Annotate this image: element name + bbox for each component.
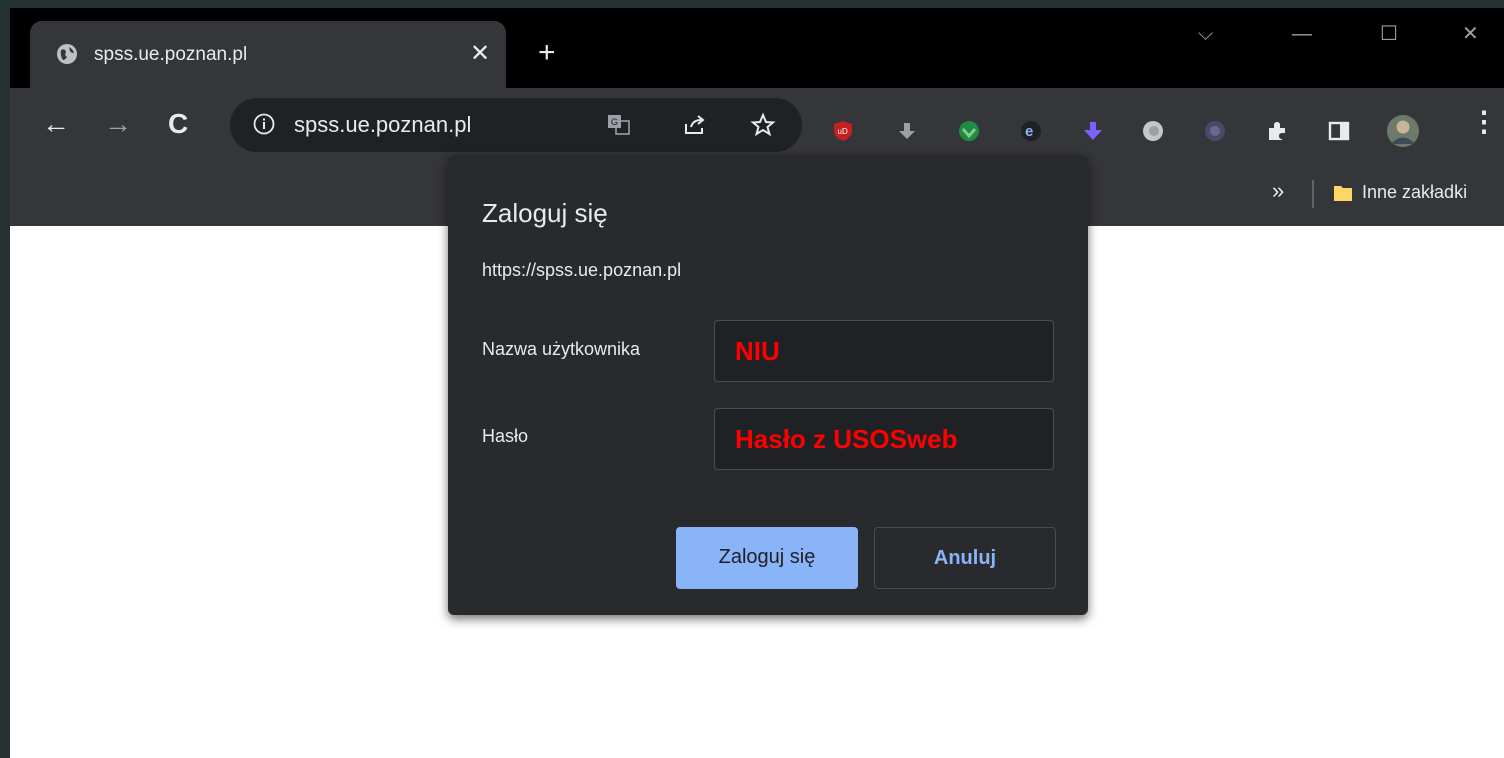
minimize-button[interactable]: —: [1292, 22, 1312, 46]
edit-extension-icon[interactable]: e: [1020, 120, 1042, 142]
globe-icon: [57, 44, 77, 64]
side-panel-icon[interactable]: [1328, 120, 1350, 142]
other-bookmarks-label[interactable]: Inne zakładki: [1362, 180, 1467, 204]
username-annotation: NIU: [735, 336, 780, 366]
tab-close-icon[interactable]: ✕: [470, 41, 490, 67]
url-text[interactable]: spss.ue.poznan.pl: [294, 112, 471, 138]
folder-icon: [1334, 186, 1352, 201]
password-label: Hasło: [482, 426, 529, 446]
reload-button[interactable]: C: [168, 108, 188, 140]
svg-text:e: e: [1025, 123, 1033, 140]
new-tab-button[interactable]: +: [538, 38, 556, 68]
avatar[interactable]: [1386, 114, 1420, 148]
info-icon[interactable]: [252, 112, 276, 136]
address-bar[interactable]: spss.ue.poznan.pl G: [230, 98, 802, 152]
title-bar: spss.ue.poznan.pl ✕ + ⌵ — ☐ ✕: [10, 8, 1504, 88]
forward-button[interactable]: →: [104, 108, 132, 140]
purple-download-icon[interactable]: [1082, 120, 1104, 142]
grey-circle-extension-icon[interactable]: [1142, 120, 1164, 142]
shield-extension-icon[interactable]: [958, 120, 980, 142]
kebab-menu-icon[interactable]: ⋮: [1470, 106, 1498, 138]
translate-icon[interactable]: G: [606, 112, 632, 138]
download-arrow-icon[interactable]: [896, 120, 918, 142]
share-icon[interactable]: [682, 112, 708, 138]
username-label: Nazwa użytkownika: [482, 339, 641, 359]
tab-title: spss.ue.poznan.pl: [94, 44, 248, 65]
close-window-button[interactable]: ✕: [1462, 22, 1479, 46]
cancel-button[interactable]: Anuluj: [874, 527, 1056, 589]
bookmarks-divider: [1312, 180, 1314, 208]
password-annotation: Hasło z USOSweb: [735, 424, 958, 454]
browser-window: spss.ue.poznan.pl ✕ + ⌵ — ☐ ✕ ← → C spss…: [10, 8, 1504, 758]
sign-in-button[interactable]: Zaloguj się: [676, 527, 858, 589]
sign-in-dialog: Zaloguj się https://spss.ue.poznan.pl Na…: [448, 155, 1088, 615]
ublock-icon[interactable]: uD: [832, 120, 854, 142]
puzzle-dark-extension-icon[interactable]: [1204, 120, 1226, 142]
bookmarks-overflow-icon[interactable]: »: [1272, 178, 1284, 204]
tab-search-icon[interactable]: ⌵: [1198, 22, 1213, 46]
extensions-puzzle-icon[interactable]: [1266, 120, 1288, 142]
username-field[interactable]: NIU: [714, 320, 1054, 382]
password-field[interactable]: Hasło z USOSweb: [714, 408, 1054, 470]
svg-text:uD: uD: [838, 127, 848, 136]
maximize-button[interactable]: ☐: [1380, 22, 1398, 46]
browser-tab[interactable]: spss.ue.poznan.pl ✕: [30, 21, 506, 88]
back-button[interactable]: ←: [42, 108, 70, 140]
bookmark-star-icon[interactable]: [750, 112, 776, 138]
toolbar: ← → C spss.ue.poznan.pl G uD e ⋮: [10, 88, 1504, 160]
svg-text:G: G: [611, 117, 618, 127]
dialog-title: Zaloguj się: [482, 198, 608, 228]
dialog-url: https://spss.ue.poznan.pl: [482, 260, 682, 280]
